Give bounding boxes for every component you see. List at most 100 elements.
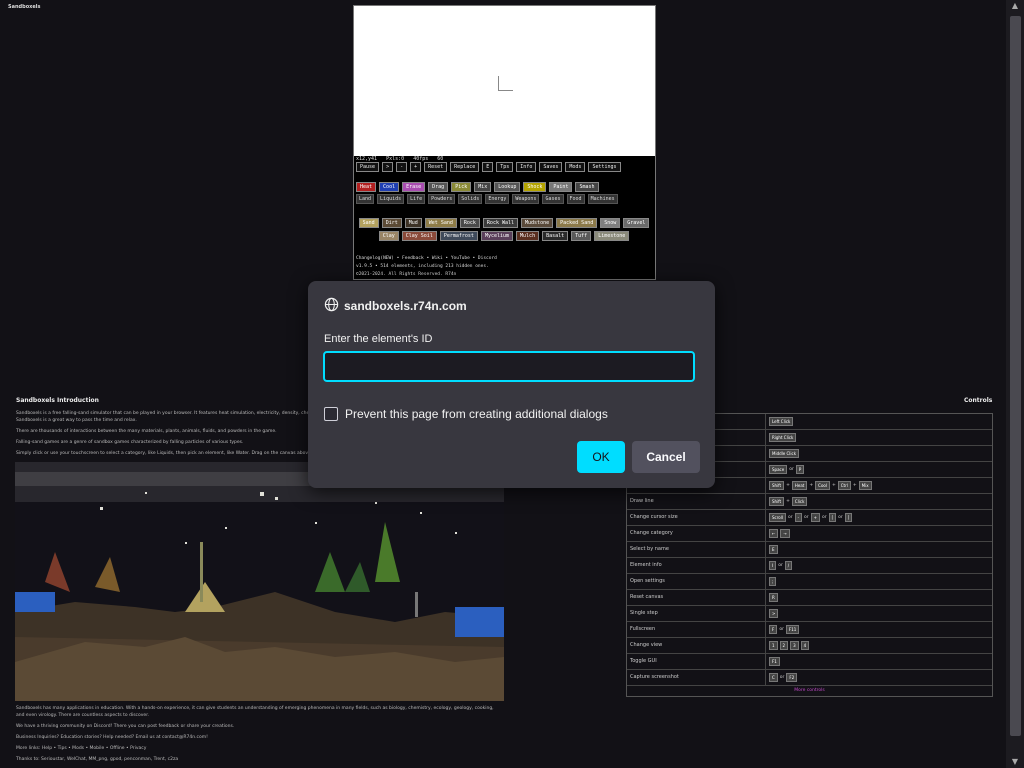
game-control-button[interactable]: - xyxy=(396,162,408,172)
category-tab[interactable]: Land xyxy=(356,194,375,204)
element-button[interactable]: Mycelium xyxy=(480,231,514,241)
links-paragraph[interactable]: More links: Help • Tips • Mods • Mobile … xyxy=(16,746,146,751)
controls-keys: Middle Click xyxy=(766,446,992,461)
controls-row: Change cursor size Scroll or - or + or[or] xyxy=(627,510,992,526)
key-cap: - xyxy=(794,513,803,522)
element-id-input[interactable] xyxy=(323,351,695,382)
tool-button[interactable]: Lookup xyxy=(494,182,521,192)
key-separator: or xyxy=(789,467,794,472)
game-control-button[interactable]: Saves xyxy=(539,162,563,172)
page-scrollbar[interactable]: ▲ ▼ xyxy=(1006,0,1024,768)
element-button[interactable]: Mulch xyxy=(516,231,540,241)
category-tab[interactable]: Weapons xyxy=(512,194,540,204)
key-separator: or xyxy=(804,515,809,520)
game-control-button[interactable]: Info xyxy=(516,162,537,172)
tool-button[interactable]: Drag xyxy=(428,182,449,192)
tool-button[interactable]: Smash xyxy=(575,182,599,192)
element-button[interactable]: Basalt xyxy=(542,231,569,241)
element-button[interactable]: Gravel xyxy=(623,218,650,228)
category-tab[interactable]: Liquids xyxy=(377,194,405,204)
element-button[interactable]: Wet Sand xyxy=(424,218,457,228)
game-control-button[interactable]: + xyxy=(410,162,422,172)
element-button[interactable]: Permafrost xyxy=(439,231,478,241)
game-control-button[interactable]: Replace xyxy=(450,162,480,172)
game-links[interactable]: Changelog(NEW) • Feedback • Wiki • YouTu… xyxy=(356,256,497,261)
key-cap: Heat xyxy=(791,481,808,490)
game-control-button[interactable]: E xyxy=(482,162,494,172)
element-button[interactable]: Limestone xyxy=(594,231,630,241)
key-cap: Left Click xyxy=(769,417,794,426)
community-paragraph[interactable]: We have a thriving community on Discord!… xyxy=(16,724,234,729)
key-cap: Mix xyxy=(858,481,872,490)
game-control-button[interactable]: Pause xyxy=(356,162,380,172)
key-cap: [ xyxy=(828,513,837,522)
element-button[interactable]: Tuff xyxy=(571,231,592,241)
tool-button[interactable]: Paint xyxy=(549,182,573,192)
tool-button[interactable]: Mix xyxy=(474,182,492,192)
key-cap: Middle Click xyxy=(769,449,800,458)
key-separator: or xyxy=(779,675,785,680)
contact-paragraph[interactable]: Business Inquiries? Education stories? H… xyxy=(16,735,208,740)
key-cap: / xyxy=(784,561,793,570)
scroll-down-icon[interactable]: ▼ xyxy=(1006,756,1024,768)
category-tab[interactable]: Life xyxy=(407,194,426,204)
game-control-button[interactable]: Tps xyxy=(496,162,514,172)
element-button[interactable]: Sand xyxy=(358,218,379,228)
prevent-dialogs-checkbox[interactable] xyxy=(324,407,338,421)
game-control-button[interactable]: Mods xyxy=(565,162,586,172)
controls-keys: R xyxy=(766,590,992,605)
prevent-dialogs-option[interactable]: Prevent this page from creating addition… xyxy=(324,407,608,421)
element-button[interactable]: Rock Wall xyxy=(482,218,519,228)
key-separator: or xyxy=(787,515,793,520)
scroll-up-icon[interactable]: ▲ xyxy=(1006,0,1024,12)
controls-row: Fullscreen For F11 xyxy=(627,622,992,638)
key-cap: + xyxy=(810,513,820,522)
controls-keys: F1 xyxy=(766,654,992,669)
key-separator: or xyxy=(779,627,784,632)
tool-button[interactable]: Heat xyxy=(356,182,377,192)
controls-action: Change view xyxy=(627,638,766,653)
element-button[interactable]: Rock xyxy=(459,218,480,228)
thanks-paragraph: Thanks to: Serioustar, WelChat, MM_png, … xyxy=(16,757,179,762)
key-cap: 1 xyxy=(769,641,778,650)
key-cap: Space xyxy=(769,465,788,474)
category-tab[interactable]: Food xyxy=(566,194,585,204)
tool-button[interactable]: Cool xyxy=(379,182,400,192)
tool-row: Heat Cool Erase Drag Pick Mix Lookup Shock Paint… xyxy=(356,182,652,192)
ok-button[interactable]: OK xyxy=(577,441,625,473)
game-control-button[interactable]: Settings xyxy=(588,162,621,172)
category-tab[interactable]: Energy xyxy=(485,194,510,204)
game-control-button[interactable]: Reset xyxy=(424,162,448,172)
category-tab[interactable]: Solids xyxy=(458,194,483,204)
tool-button[interactable]: Erase xyxy=(402,182,426,192)
element-button[interactable]: Mud xyxy=(404,218,422,228)
element-button[interactable]: Clay xyxy=(378,231,399,241)
intro-paragraph: Simply click or use your touchscreen to … xyxy=(16,451,337,456)
key-cap: F2 xyxy=(786,673,798,682)
tool-button[interactable]: Pick xyxy=(451,182,472,192)
controls-keys: 1234 xyxy=(766,638,992,653)
category-tab[interactable]: Powders xyxy=(428,194,456,204)
more-controls-link[interactable]: More controls xyxy=(627,686,992,696)
element-button[interactable]: Dirt xyxy=(381,218,402,228)
key-cap: C xyxy=(769,673,778,682)
controls-row: Element info Ior / xyxy=(627,558,992,574)
scroll-thumb[interactable] xyxy=(1010,16,1021,736)
category-tab[interactable]: Machines xyxy=(587,194,618,204)
category-tab[interactable]: Gases xyxy=(542,194,564,204)
key-cap: P xyxy=(795,465,805,474)
controls-action: Single step xyxy=(627,606,766,621)
tool-button[interactable]: Shock xyxy=(523,182,547,192)
key-cap: ] xyxy=(844,513,853,522)
controls-keys: Shift + Click xyxy=(766,494,992,509)
controls-keys: Shift + Heat + Cool + Ctrl + Mix xyxy=(766,478,992,493)
element-button[interactable]: Packed Sand xyxy=(556,218,598,228)
element-button[interactable]: Clay Soil xyxy=(401,231,437,241)
controls-keys: ; xyxy=(766,574,992,589)
element-button[interactable]: Snow xyxy=(600,218,621,228)
game-canvas[interactable] xyxy=(354,6,655,156)
key-cap: ← xyxy=(769,529,779,538)
game-control-button[interactable]: > xyxy=(382,162,394,172)
element-button[interactable]: Mudstone xyxy=(521,218,554,228)
cancel-button[interactable]: Cancel xyxy=(632,441,700,473)
